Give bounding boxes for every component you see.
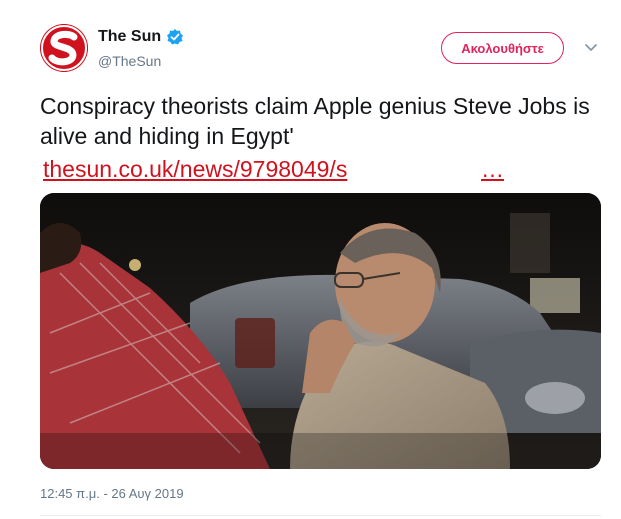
tweet-timestamp[interactable]: 12:45 π.μ. - 26 Αυγ 2019 (40, 486, 184, 501)
divider (40, 515, 601, 516)
the-sun-logo-icon (40, 24, 88, 72)
follow-button[interactable]: Ακολουθήστε (441, 32, 564, 64)
avatar[interactable] (40, 24, 88, 72)
verified-badge-icon (166, 28, 184, 46)
tweet-card: The Sun @TheSun Ακολουθήστε Conspiracy t… (0, 0, 621, 519)
tweet-text: Conspiracy theorists claim Apple genius … (40, 93, 590, 149)
user-name-row[interactable]: The Sun (98, 28, 184, 46)
chevron-down-icon[interactable] (583, 41, 599, 55)
link-ellipsis[interactable]: … (481, 154, 504, 184)
tweet-photo[interactable] (40, 193, 601, 469)
tweet-link[interactable]: thesun.co.uk/news/9798049/s (43, 156, 347, 182)
tweet-link-row: thesun.co.uk/news/9798049/s … (43, 154, 504, 184)
photo-image (40, 193, 601, 469)
display-name[interactable]: The Sun (98, 28, 161, 46)
user-handle[interactable]: @TheSun (98, 53, 161, 69)
